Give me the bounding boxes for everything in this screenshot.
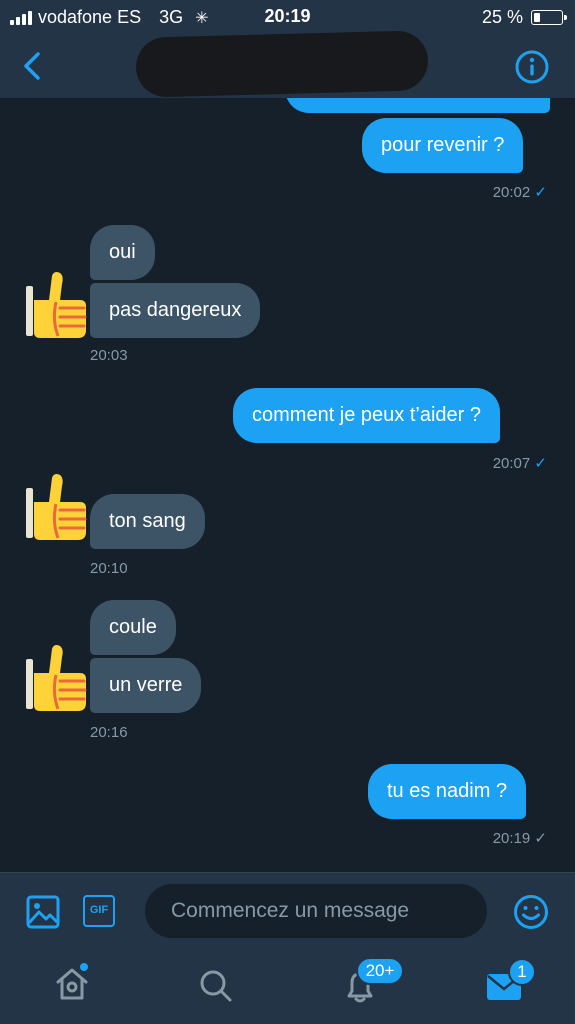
message-bubble: pas dangereux <box>90 283 261 338</box>
read-check-icon: ✓ <box>534 184 547 201</box>
thumbs-up-avatar[interactable] <box>22 472 88 542</box>
image-icon[interactable] <box>26 895 60 929</box>
message-bubble: oui <box>90 225 155 280</box>
message-bubble-partial <box>285 98 550 113</box>
messages-badge: 1 <box>508 958 536 986</box>
home-new-dot <box>80 963 88 971</box>
timestamp: 20:16 <box>90 724 128 741</box>
message-bubble: pour revenir ? <box>362 118 524 173</box>
notifications-badge: 20+ <box>356 957 404 985</box>
battery-icon <box>531 10 567 25</box>
emoji-icon[interactable] <box>513 894 549 930</box>
message-bubble: un verre <box>90 658 202 713</box>
back-chevron-icon[interactable] <box>18 48 48 84</box>
tab-bar: 20+ 1 <box>0 950 575 1024</box>
home-icon[interactable] <box>54 966 90 1002</box>
sent-check-icon: ✓ <box>534 830 547 847</box>
read-check-icon: ✓ <box>534 455 547 472</box>
message-composer: GIF Commencez un message <box>0 872 575 951</box>
status-bar: vodafone ES 3G ✳ 20:19 25 % <box>0 0 575 36</box>
timestamp: 20:07 ✓ <box>492 455 547 472</box>
thumbs-up-avatar[interactable] <box>22 643 88 713</box>
message-bubble: coule <box>90 600 176 655</box>
info-icon[interactable] <box>515 50 549 84</box>
message-list: pour revenir ? 20:02 ✓ oui pas dangereux… <box>0 98 575 872</box>
search-icon[interactable] <box>198 968 234 1004</box>
timestamp: 20:10 <box>90 560 128 577</box>
message-bubble: comment je peux t’aider ? <box>233 388 501 443</box>
message-bubble: tu es nadim ? <box>368 764 527 819</box>
message-bubble: ton sang <box>90 494 205 549</box>
thumbs-up-avatar[interactable] <box>22 270 88 340</box>
timestamp: 20:19 ✓ <box>492 830 547 847</box>
message-input[interactable]: Commencez un message <box>145 884 487 938</box>
timestamp: 20:02 ✓ <box>492 184 547 201</box>
timestamp: 20:03 <box>90 347 128 364</box>
gif-button[interactable]: GIF <box>83 895 115 927</box>
battery-percent: 25 % <box>481 7 523 27</box>
redacted-contact-name <box>135 30 429 98</box>
